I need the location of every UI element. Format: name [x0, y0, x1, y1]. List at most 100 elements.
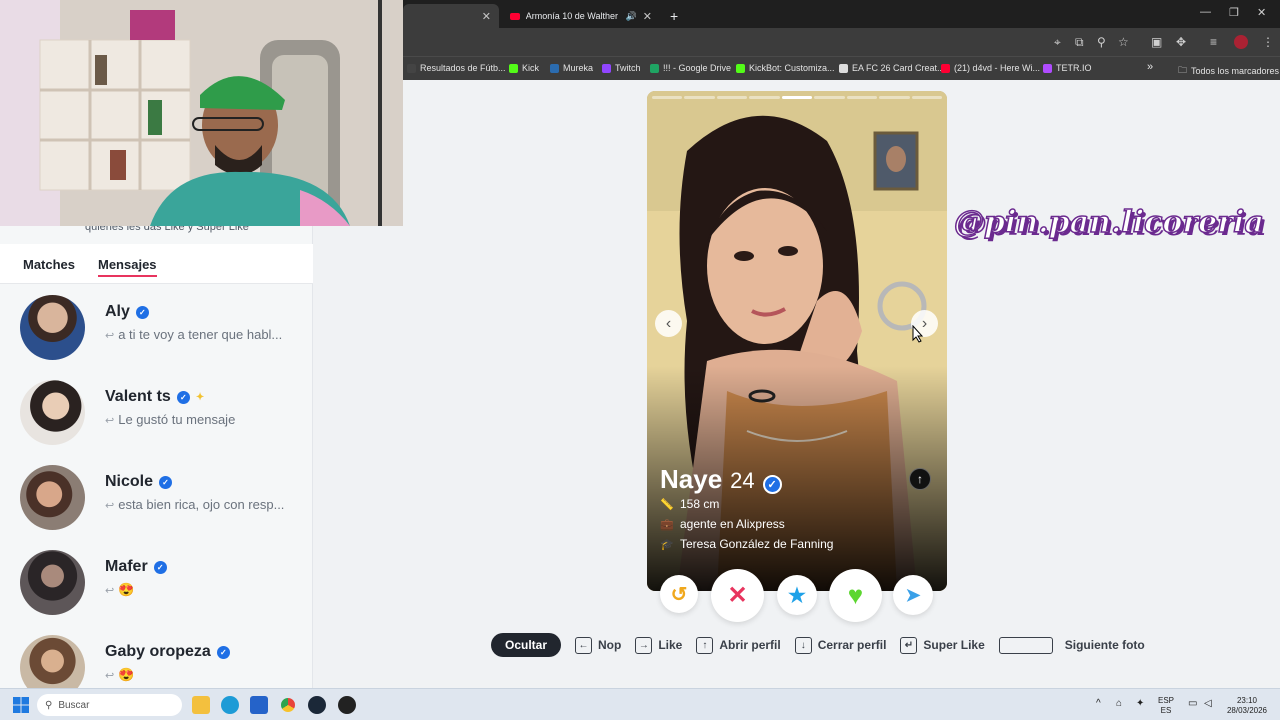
- list-item[interactable]: Mafer ✓ ↩ 😍: [0, 540, 313, 625]
- match-name-row: Gaby oropeza ✓: [105, 643, 230, 661]
- browser-tab-youtube[interactable]: Armonía 10 de Walther Lo: 🔊 ✕: [502, 4, 660, 28]
- tab-matches[interactable]: Matches: [23, 257, 75, 272]
- arrow-left-key-icon: ←: [575, 636, 593, 654]
- chrome-icon[interactable]: [279, 696, 297, 714]
- bookmark-icon: [407, 63, 416, 73]
- match-name-row: Nicole ✓: [105, 473, 173, 491]
- nope-button[interactable]: ✕: [711, 569, 764, 622]
- close-window-icon[interactable]: ✕: [1257, 6, 1266, 19]
- store-icon[interactable]: [250, 696, 268, 714]
- location-icon[interactable]: ⌖: [1054, 35, 1061, 49]
- arrow-right-key-icon: →: [635, 636, 653, 654]
- steam-icon[interactable]: [308, 696, 326, 714]
- graduation-cap-icon: 🎓: [660, 538, 674, 551]
- photo-progress-segment: [781, 96, 813, 99]
- bookmarks-more-button[interactable]: »: [1147, 61, 1153, 73]
- bookmark-item[interactable]: Mureka: [550, 63, 593, 73]
- mouse-cursor-icon: [912, 325, 924, 343]
- webcam-feed: [0, 0, 403, 226]
- list-item[interactable]: Valent ts ✓ ✦ ↩ Le gustó tu mensaje: [0, 370, 313, 455]
- photo-progress-segment: [652, 96, 683, 99]
- shortcut-label: Super Like: [923, 638, 985, 652]
- browser-tab-active[interactable]: ✕: [403, 4, 499, 28]
- monitor-icon[interactable]: ▭: [1188, 699, 1197, 709]
- tab-messages[interactable]: Mensajes: [98, 257, 157, 277]
- like-button[interactable]: ♥: [829, 569, 882, 622]
- search-icon: ⚲: [45, 699, 53, 711]
- star-bookmark-icon[interactable]: ☆: [1118, 35, 1129, 49]
- sparkle-icon: ✦: [195, 391, 205, 403]
- avatar: [20, 635, 85, 688]
- photo-progress-segment: [911, 96, 942, 99]
- tab-close-icon[interactable]: ✕: [482, 10, 491, 23]
- profile-card[interactable]: ‹ › Naye 24 ✓ ↑ 📏 158 cm 💼 agente en Ali…: [647, 91, 947, 591]
- puzzle-icon[interactable]: ✥: [1176, 35, 1186, 49]
- extension-icon[interactable]: ▣: [1151, 35, 1162, 49]
- menu-kebab-icon[interactable]: ⋮: [1262, 35, 1274, 49]
- previous-photo-button[interactable]: ‹: [655, 310, 682, 337]
- bookmark-item[interactable]: Twitch: [602, 63, 641, 73]
- profile-height: 158 cm: [680, 497, 720, 511]
- volume-icon[interactable]: ◁: [1204, 699, 1212, 709]
- windows-start-icon[interactable]: [13, 697, 29, 713]
- list-item[interactable]: Nicole ✓ ↩ esta bien rica, ojo con resp...: [0, 455, 313, 540]
- chevron-left-icon: ‹: [665, 314, 672, 332]
- search-placeholder: Buscar: [58, 699, 90, 711]
- profile-avatar-icon[interactable]: [1234, 35, 1248, 49]
- language-indicator[interactable]: ESP ES: [1158, 696, 1174, 716]
- super-like-button[interactable]: ★: [777, 575, 817, 615]
- list-item[interactable]: Aly ✓ ↩ a ti te voy a tener que habl...: [0, 285, 313, 370]
- obs-icon[interactable]: [338, 696, 356, 714]
- message-preview: 😍: [118, 667, 135, 682]
- list-item[interactable]: Gaby oropeza ✓ ↩ 😍: [0, 625, 313, 688]
- shortcut-open-profile: ↑ Abrir perfil: [696, 636, 781, 654]
- rewind-button[interactable]: ↺: [660, 575, 698, 613]
- match-name-row: Aly ✓: [105, 303, 149, 321]
- install-icon[interactable]: ⧉: [1075, 35, 1084, 49]
- new-tab-button[interactable]: +: [662, 4, 686, 28]
- clock-time: 23:10: [1236, 696, 1258, 705]
- shortcut-label: Cerrar perfil: [817, 638, 887, 652]
- profile-school: Teresa González de Fanning: [680, 537, 834, 551]
- match-name: Aly: [105, 303, 130, 320]
- bookmark-item[interactable]: !!! - Google Drive: [650, 63, 731, 73]
- bookmark-item[interactable]: KickBot: Customiza...: [736, 63, 835, 73]
- clock[interactable]: 23:10 28/03/2026: [1222, 696, 1272, 716]
- bookmark-label: TETR.IO: [1056, 63, 1092, 73]
- message-preview: a ti te voy a tener que habl...: [118, 327, 283, 342]
- taskbar-search[interactable]: ⚲ Buscar: [37, 694, 182, 716]
- profile-height-row: 📏 158 cm: [660, 497, 719, 511]
- arrow-down-key-icon: ↓: [794, 636, 812, 654]
- hide-shortcuts-button[interactable]: Ocultar: [491, 633, 562, 657]
- bookmark-item[interactable]: Kick: [509, 63, 539, 73]
- zoom-icon[interactable]: ⚲: [1097, 35, 1106, 49]
- ruler-icon: 📏: [660, 498, 674, 511]
- boost-button[interactable]: ➤: [893, 575, 933, 615]
- open-profile-button[interactable]: ↑: [909, 468, 931, 490]
- bookmark-item[interactable]: TETR.IO: [1043, 63, 1092, 73]
- tray-chevron-icon[interactable]: ^: [1096, 699, 1101, 709]
- tab-title: Armonía 10 de Walther Lo:: [525, 11, 620, 21]
- message-preview-row: ↩ 😍: [105, 582, 134, 598]
- avatar: [20, 550, 85, 615]
- file-explorer-icon[interactable]: [192, 696, 210, 714]
- bluetooth-icon[interactable]: ✦: [1136, 699, 1144, 709]
- edge-icon[interactable]: [221, 696, 239, 714]
- all-bookmarks-button[interactable]: 🗀 Todos los marcadores: [1178, 63, 1279, 79]
- space-key-icon: [998, 636, 1053, 654]
- rewind-icon: ↺: [670, 583, 688, 606]
- restore-icon[interactable]: ❐: [1229, 6, 1239, 19]
- bookmark-item[interactable]: EA FC 26 Card Creat...: [839, 63, 945, 73]
- network-icon[interactable]: ⌂: [1116, 699, 1122, 709]
- bookmark-item[interactable]: Resultados de Fútb...: [407, 63, 506, 73]
- playlist-icon[interactable]: ≡: [1210, 35, 1217, 49]
- profile-age: 24: [730, 468, 755, 493]
- message-preview: Le gustó tu mensaje: [118, 412, 236, 427]
- minimize-icon[interactable]: —: [1200, 6, 1211, 18]
- verified-icon: ✓: [159, 475, 173, 489]
- profile-photo: [647, 91, 947, 591]
- bookmark-item[interactable]: (21) d4vd - Here Wi...: [941, 63, 1040, 73]
- shortcut-label: Abrir perfil: [719, 638, 781, 652]
- tab-close-icon[interactable]: ✕: [643, 10, 652, 23]
- arrow-up-key-icon: ↑: [696, 636, 714, 654]
